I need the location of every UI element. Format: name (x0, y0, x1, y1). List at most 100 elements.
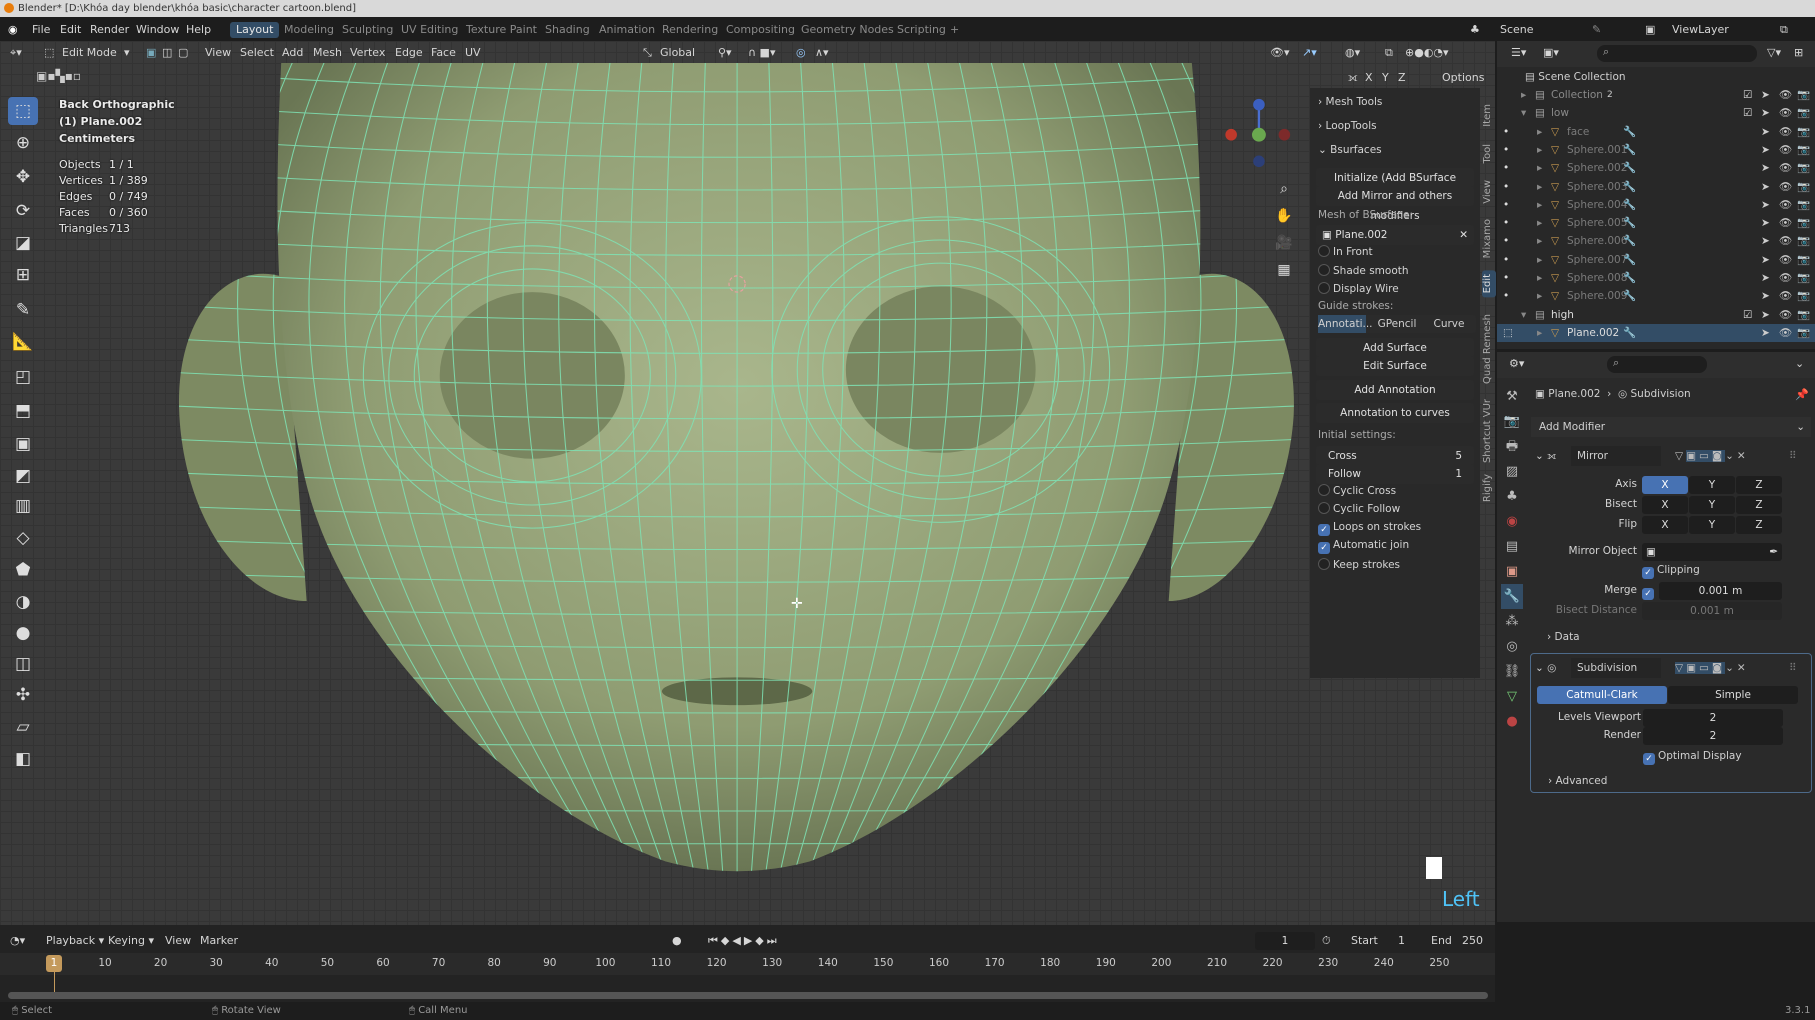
tool-properties-tab-icon[interactable]: ⚒ (1501, 384, 1523, 409)
extrude-tool-icon[interactable]: ⬒ (8, 397, 38, 425)
catmull-clark-toggle[interactable]: Catmull-Clark (1537, 686, 1667, 704)
particles-tab-icon[interactable]: ⁂ (1501, 609, 1523, 634)
render-camera-icon[interactable]: 📷 (1797, 196, 1810, 214)
visibility-eye-icon[interactable]: 👁 (1779, 86, 1792, 104)
initialize-bsurface-button[interactable]: Initialize (Add BSurface mesh) (1316, 168, 1474, 204)
menu-help[interactable]: Help (186, 22, 211, 38)
outliner-row[interactable]: • ▸ ▽ Sphere.004 🔧 ➤ 👁 📷 (1497, 196, 1815, 214)
inset-tool-icon[interactable]: ▣ (8, 430, 38, 458)
workspace-tab-uv-editing[interactable]: UV Editing (401, 22, 458, 38)
timeline-scrollbar[interactable] (8, 992, 1488, 999)
selectable-icon[interactable]: ➤ (1761, 86, 1770, 104)
face-select-icon[interactable]: ▢ (178, 46, 188, 59)
scene-selector[interactable]: Scene (1500, 22, 1534, 38)
zoom-icon[interactable]: ⌕ (1274, 176, 1294, 203)
filter-icon[interactable]: ▽▾ (1767, 46, 1781, 59)
subdivision-modifier-header[interactable]: ⌄ ◎ Subdivision ▽▣▭◙⌄✕ ⠿ (1531, 658, 1811, 678)
menu-file[interactable]: File (32, 22, 50, 38)
bevel-tool-icon[interactable]: ◩ (8, 462, 38, 490)
expand-arrow-icon[interactable]: ▸ (1537, 269, 1542, 287)
in-front-checkbox[interactable]: In Front (1318, 245, 1373, 258)
properties-editor-type-icon[interactable]: ⚙▾ (1509, 357, 1524, 370)
workspace-tab-scripting[interactable]: Scripting (897, 22, 946, 38)
cursor-tool-icon[interactable]: ⊕ (8, 129, 38, 157)
selection-mode-icons[interactable]: ▣▪▚▪▫ (36, 69, 81, 83)
outliner-row[interactable]: • ▸ ▽ Sphere.007 🔧 ➤ 👁 📷 (1497, 251, 1815, 269)
drag-handle-icon[interactable]: ⠿ (1789, 658, 1797, 678)
bisect-distance-field[interactable]: 0.001 m (1642, 602, 1782, 620)
outliner-row[interactable]: • ▸ ▽ Sphere.002 🔧 ➤ 👁 📷 (1497, 159, 1815, 177)
render-camera-icon[interactable]: 📷 (1797, 306, 1810, 324)
visibility-eye-icon[interactable]: 👁 (1779, 324, 1792, 342)
menu-select[interactable]: Select (240, 46, 274, 59)
advanced-subpanel[interactable]: › Advanced (1548, 775, 1607, 787)
expand-arrow-icon[interactable]: ▸ (1537, 141, 1542, 159)
mirror-z-toggle[interactable]: Z (1398, 71, 1406, 84)
overlay-toggle-icon[interactable]: ◍▾ (1345, 46, 1360, 59)
render-tab-icon[interactable]: 📷 (1501, 409, 1523, 434)
data-tab-icon[interactable]: ▽ (1501, 684, 1523, 709)
menu-window[interactable]: Window (136, 22, 179, 38)
ortho-grid-icon[interactable]: ▦ (1274, 257, 1294, 284)
guide-tab-gpencil[interactable]: GPencil (1372, 315, 1422, 333)
falloff-icon[interactable]: ∧▾ (815, 46, 829, 59)
selectable-icon[interactable]: ➤ (1761, 287, 1770, 305)
view-layer-tab-icon[interactable]: ▨ (1501, 459, 1523, 484)
sidebar-tab-edit[interactable]: Edit (1482, 270, 1496, 298)
add-surface-button[interactable]: Add Surface (1316, 338, 1474, 358)
automatic-join-checkbox[interactable]: ✓ Automatic join (1318, 539, 1409, 554)
render-camera-icon[interactable]: 📷 (1797, 214, 1810, 232)
workspace-tab-texture-paint[interactable]: Texture Paint (466, 22, 537, 38)
mesh-of-bsurface-field[interactable]: ▣ Plane.002 ✕ (1316, 225, 1474, 245)
selectable-icon[interactable]: ➤ (1761, 214, 1770, 232)
panel-mesh-tools[interactable]: › Mesh Tools (1318, 96, 1382, 108)
edit-mode-dot-icon[interactable]: • (1503, 123, 1509, 141)
menu-vertex[interactable]: Vertex (350, 46, 385, 59)
add-workspace-button[interactable]: + (950, 22, 959, 38)
drag-handle-icon[interactable]: ⠿ (1789, 446, 1797, 466)
edit-mode-dot-icon[interactable]: • (1503, 269, 1509, 287)
scene-icon[interactable]: ♣ (1470, 22, 1480, 38)
collapse-icon[interactable]: ⌄ (1535, 662, 1544, 674)
visibility-eye-icon[interactable]: 👁 (1779, 178, 1792, 196)
menu-mesh[interactable]: Mesh (313, 46, 342, 59)
axis-z-toggle[interactable]: Z (1736, 476, 1782, 494)
select-box-tool-icon[interactable]: ⬚ (8, 97, 38, 125)
expand-arrow-icon[interactable]: ▾ (1521, 306, 1526, 324)
blender-menu-icon[interactable]: ◉ (8, 22, 18, 38)
cyclic-follow-checkbox[interactable]: Cyclic Follow (1318, 502, 1400, 515)
outliner-row[interactable]: ▸ ▤ Collection 2 ☑ ➤ 👁 📷 (1497, 86, 1815, 104)
bisect-z-toggle[interactable]: Z (1736, 496, 1782, 514)
follow-field[interactable]: Follow 1 (1316, 464, 1474, 484)
clear-icon[interactable]: ✕ (1459, 225, 1468, 245)
camera-view-icon[interactable]: 🎥 (1274, 230, 1294, 257)
menu-add[interactable]: Add (282, 46, 303, 59)
mirror-x-toggle[interactable]: X (1365, 71, 1373, 84)
render-camera-icon[interactable]: 📷 (1797, 159, 1810, 177)
material-tab-icon[interactable]: ● (1501, 709, 1523, 734)
keep-strokes-checkbox[interactable]: Keep strokes (1318, 558, 1400, 571)
smooth-tool-icon[interactable]: ● (8, 619, 38, 647)
menu-uv[interactable]: UV (465, 46, 481, 59)
physics-tab-icon[interactable]: ◎ (1501, 634, 1523, 659)
pan-hand-icon[interactable]: ✋ (1274, 203, 1294, 230)
new-collection-icon[interactable]: ⊞ (1794, 46, 1803, 59)
proportional-edit-icon[interactable]: ◎ (796, 46, 806, 59)
data-subpanel[interactable]: › Data (1547, 631, 1580, 643)
merge-checkbox[interactable]: ✓ (1642, 584, 1657, 600)
sidebar-tab-item[interactable]: Item (1482, 100, 1496, 131)
loops-on-strokes-checkbox[interactable]: ✓ Loops on strokes (1318, 521, 1421, 536)
render-camera-icon[interactable]: 📷 (1797, 287, 1810, 305)
expand-arrow-icon[interactable]: ▸ (1537, 123, 1542, 141)
exclude-checkbox[interactable]: ☑ (1743, 104, 1752, 122)
outliner-row[interactable]: • ▸ ▽ Sphere.008 🔧 ➤ 👁 📷 (1497, 269, 1815, 287)
add-annotation-button[interactable]: Add Annotation (1316, 380, 1474, 400)
view-layer-selector[interactable]: ViewLayer (1672, 22, 1729, 38)
mirror-y-toggle[interactable]: Y (1382, 71, 1389, 84)
outliner-row[interactable]: ▾ ▤ high ☑ ➤ 👁 📷 (1497, 306, 1815, 324)
workspace-tab-sculpting[interactable]: Sculpting (342, 22, 393, 38)
bisect-x-toggle[interactable]: X (1642, 496, 1688, 514)
flip-z-toggle[interactable]: Z (1736, 516, 1782, 534)
selectable-icon[interactable]: ➤ (1761, 123, 1770, 141)
pin-icon[interactable]: ✎ (1592, 22, 1601, 38)
